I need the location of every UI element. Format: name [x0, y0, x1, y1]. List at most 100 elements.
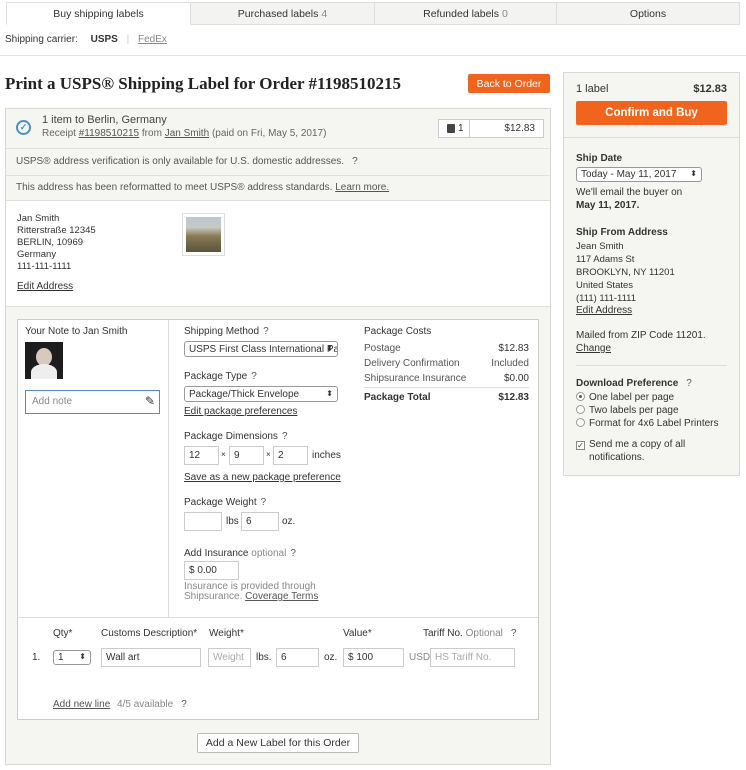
insurance-label: Add Insurance optional? — [184, 548, 296, 559]
package-weight-label: Package Weight? — [184, 497, 266, 508]
send-copy-checkbox[interactable]: ✓ Send me a copy of all — [576, 439, 685, 450]
package-costs-title: Package Costs — [364, 326, 432, 337]
tab-label: Buy shipping labels — [53, 7, 144, 20]
option-4x6-printer[interactable]: Format for 4x6 Label Printers — [576, 418, 719, 429]
confirm-and-buy-button[interactable]: Confirm and Buy — [576, 101, 727, 125]
help-icon[interactable]: ? — [282, 431, 288, 442]
divider — [469, 120, 470, 137]
tab-bar: Buy shipping labels Purchased labels 4 Re… — [6, 2, 740, 25]
help-icon[interactable]: ? — [290, 548, 296, 559]
weight-oz-input[interactable] — [241, 512, 279, 531]
edit-address-link[interactable]: Edit Address — [17, 281, 73, 292]
ship-date-value: Today - May 11, 2017 — [581, 169, 677, 180]
package-type-label: Package Type? — [184, 371, 257, 382]
carrier-fedex[interactable]: FedEx — [138, 34, 167, 45]
select-arrows-icon: ⬍ — [326, 389, 333, 398]
carrier-usps[interactable]: USPS — [91, 34, 118, 45]
tab-buy-shipping-labels[interactable]: Buy shipping labels — [6, 2, 191, 25]
address-line: BROOKLYN, NY 11201 — [576, 267, 675, 278]
customs-description-input[interactable] — [101, 648, 201, 667]
package-total-value: $12.83 — [498, 392, 529, 403]
verification-notice: USPS® address verification is only avail… — [16, 156, 358, 167]
send-copy-label: Send me a copy of all — [589, 439, 686, 450]
item-thumbnail[interactable] — [182, 213, 225, 256]
learn-more-link[interactable]: Learn more. — [335, 182, 389, 193]
customs-lbs-unit: lbs. — [256, 652, 272, 663]
label-price: $12.83 — [504, 123, 535, 134]
help-icon[interactable]: ? — [261, 497, 267, 508]
help-icon[interactable]: ? — [352, 156, 358, 167]
carrier-selector: Shipping carrier: USPS | FedEx — [5, 34, 167, 45]
add-new-line-link[interactable]: Add new line — [53, 699, 110, 710]
select-arrows-icon: ⬍ — [326, 344, 333, 353]
address-line: Ritterstraße 12345 — [17, 225, 96, 236]
shipping-method-value: USPS First Class International Pa — [189, 343, 338, 355]
customs-qty-value: 1 — [58, 652, 64, 663]
weight-lbs-input[interactable] — [184, 512, 222, 531]
width-input[interactable] — [229, 446, 264, 465]
dimensions-unit: inches — [312, 450, 341, 461]
label-count: 1 — [458, 123, 464, 134]
package-type-select[interactable]: Package/Thick Envelope ⬍ — [184, 386, 338, 402]
tariff-number-input[interactable] — [430, 648, 515, 667]
option-label: Format for 4x6 Label Printers — [589, 418, 719, 429]
help-icon[interactable]: ? — [181, 699, 187, 710]
help-icon[interactable]: ? — [263, 326, 269, 337]
cost-value: Included — [491, 358, 529, 369]
divider — [6, 175, 550, 176]
coverage-terms-link[interactable]: Coverage Terms — [245, 591, 318, 602]
cost-value: $0.00 — [503, 373, 529, 384]
address-line: Jean Smith — [576, 241, 624, 252]
tab-options[interactable]: Options — [557, 2, 740, 25]
optional-tag: Optional — [465, 628, 503, 639]
tab-purchased-labels[interactable]: Purchased labels 4 — [191, 2, 375, 25]
tab-refunded-labels[interactable]: Refunded labels 0 — [375, 2, 557, 25]
receipt-line: Receipt #1198510215 from Jan Smith (paid… — [42, 128, 326, 139]
download-preference-text: Download Preference — [576, 378, 679, 389]
ship-date-label: Ship Date — [576, 153, 623, 164]
select-arrows-icon: ⬍ — [690, 169, 697, 178]
customs-weight-oz-input[interactable] — [276, 648, 319, 667]
length-input[interactable] — [184, 446, 219, 465]
address-line: BERLIN, 10969 — [17, 237, 84, 248]
height-input[interactable] — [273, 446, 308, 465]
sidebar-label-count: 1 label — [576, 83, 609, 95]
buyer-link[interactable]: Jan Smith — [165, 128, 209, 139]
save-package-preference-link[interactable]: Save as a new package preference — [184, 472, 341, 483]
help-icon[interactable]: ? — [511, 628, 517, 639]
address-line: 111-111-1111 — [17, 261, 72, 272]
receipt-link[interactable]: #1198510215 — [79, 128, 139, 139]
pencil-icon[interactable]: ✎ — [145, 394, 155, 408]
change-zip-link[interactable]: Change — [576, 343, 611, 354]
insurance-input[interactable] — [184, 561, 239, 580]
download-preference-label: Download Preference? — [576, 378, 692, 389]
option-one-per-page[interactable]: One label per page — [576, 392, 674, 403]
package-dimensions-text: Package Dimensions — [184, 431, 278, 442]
help-icon[interactable]: ? — [686, 378, 692, 389]
cost-value: $12.83 — [498, 343, 529, 354]
note-input[interactable]: Add note ✎ — [25, 390, 160, 414]
customs-weight-lbs-input[interactable] — [208, 648, 251, 667]
lbs-unit: lbs — [226, 516, 239, 527]
ship-from-label: Ship From Address — [576, 227, 668, 238]
back-to-order-button[interactable]: Back to Order — [468, 74, 550, 93]
help-icon[interactable]: ? — [251, 371, 257, 382]
edit-from-address-link[interactable]: Edit Address — [576, 305, 632, 316]
package-type-value: Package/Thick Envelope — [189, 388, 300, 400]
add-new-label-button[interactable]: Add a New Label for this Order — [197, 733, 359, 753]
email-note: We'll email the buyer on — [576, 187, 683, 198]
buyer-avatar — [25, 342, 63, 379]
tariff-text: Tariff No. — [423, 628, 463, 639]
customs-qty-select[interactable]: 1 ⬍ — [53, 650, 91, 665]
email-date: May 11, 2017. — [576, 200, 640, 211]
option-two-per-page[interactable]: Two labels per page — [576, 405, 679, 416]
address-line: Germany — [17, 249, 57, 260]
edit-package-preferences-link[interactable]: Edit package preferences — [184, 406, 297, 417]
shipping-method-select[interactable]: USPS First Class International Pa ⬍ — [184, 341, 338, 357]
receipt-prefix: Receipt — [42, 128, 76, 139]
insurance-note: Insurance is provided through Shipsuranc… — [184, 582, 318, 602]
customs-value-input[interactable] — [343, 648, 404, 667]
ship-date-select[interactable]: Today - May 11, 2017 ⬍ — [576, 167, 702, 182]
divider — [564, 137, 739, 138]
shipping-method-text: Shipping Method — [184, 326, 260, 337]
